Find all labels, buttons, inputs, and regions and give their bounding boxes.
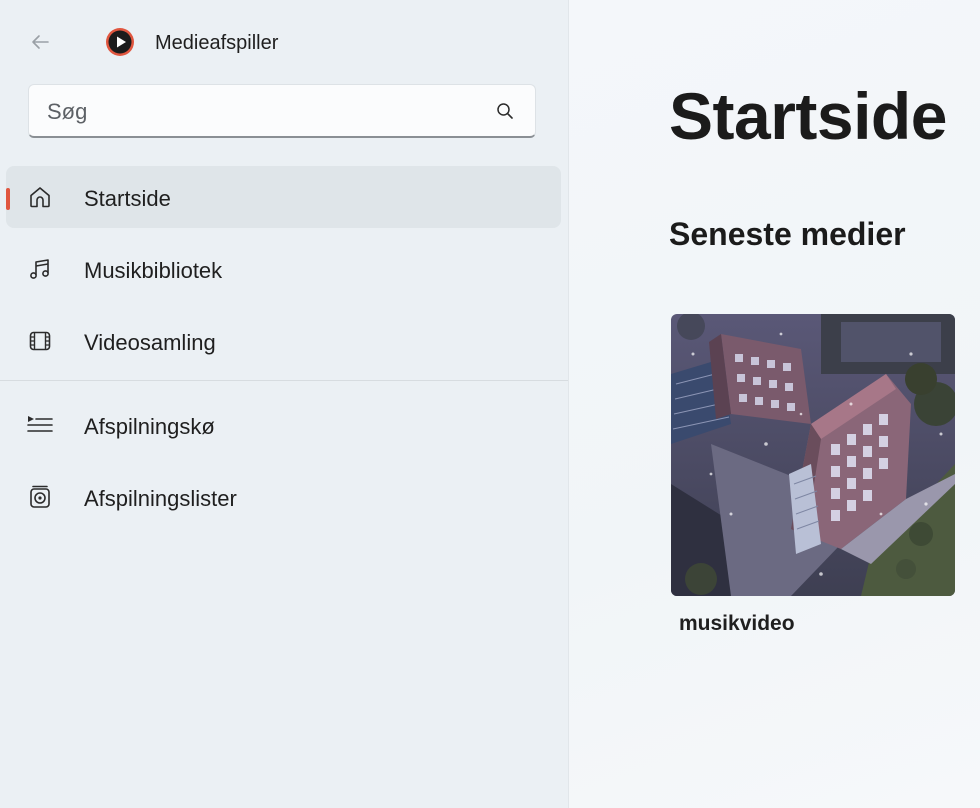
search-button[interactable] (493, 99, 517, 123)
home-icon (30, 187, 50, 208)
page-title: Startside (669, 79, 947, 153)
media-title: musikvideo (679, 612, 795, 635)
playlist-icon (30, 485, 50, 508)
search-box[interactable] (28, 84, 536, 139)
nav-item-afspilningslister[interactable]: Afspilningslister (6, 466, 561, 528)
nav-divider (0, 380, 568, 381)
selection-indicator (6, 188, 10, 210)
aerial-city-buildings-thumbnail[interactable] (671, 314, 955, 596)
back-button[interactable] (26, 28, 54, 56)
app-title: Medieafspiller (155, 32, 279, 54)
search-icon (497, 103, 513, 119)
nav-item-label: Videosamling (84, 330, 216, 355)
music-note-icon (30, 259, 49, 279)
nav-item-label: Afspilningskø (84, 414, 215, 439)
nav-item-musikbibliotek[interactable]: Musikbibliotek (6, 238, 561, 300)
sidebar: Medieafspiller Startside (0, 0, 569, 808)
queue-icon (27, 416, 53, 432)
nav-item-afspilningsko[interactable]: Afspilningskø (6, 394, 561, 456)
main-content: Startside Seneste medier musikvideo (569, 0, 980, 808)
film-icon (29, 331, 51, 351)
media-player-play-icon (106, 28, 134, 56)
media-card[interactable]: musikvideo (671, 314, 955, 644)
nav-item-videosamling[interactable]: Videosamling (6, 310, 561, 372)
nav-item-label: Afspilningslister (84, 486, 237, 511)
nav-item-label: Musikbibliotek (84, 258, 223, 283)
nav-item-label: Startside (84, 186, 171, 211)
search-input[interactable] (45, 85, 479, 139)
arrow-left-icon (32, 35, 49, 49)
section-title: Seneste medier (669, 216, 906, 252)
nav-item-startside[interactable]: Startside (6, 166, 561, 228)
